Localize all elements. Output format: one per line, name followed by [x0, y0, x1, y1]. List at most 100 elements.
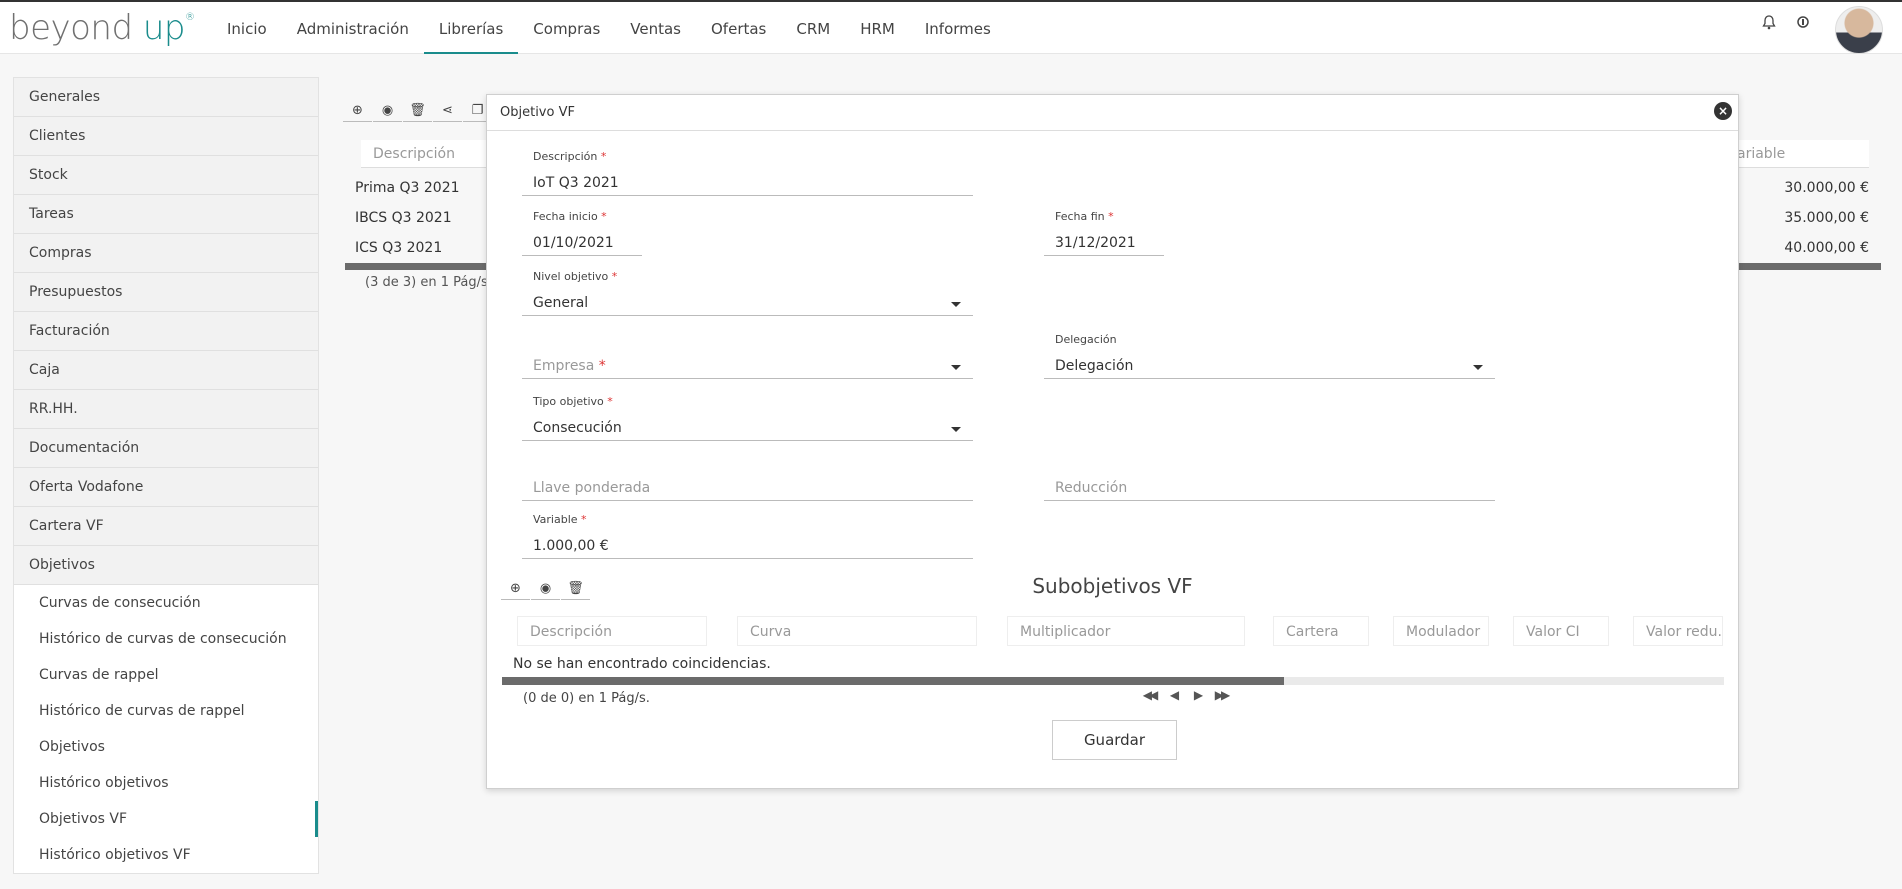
fecha-fin-input[interactable]: 31/12/2021	[1044, 230, 1164, 256]
field-label: Descripción *	[533, 150, 606, 163]
nav-ventas[interactable]: Ventas	[615, 4, 696, 54]
sidebar-item-tareas[interactable]: Tareas	[14, 195, 318, 234]
filter-multiplicador-input[interactable]: Multiplicador	[1007, 616, 1245, 646]
label-text: Tipo objetivo	[533, 395, 604, 408]
sidebar-subitem-objetivos-vf[interactable]: Objetivos VF	[14, 801, 318, 837]
reduccion-input[interactable]: Reducción	[1044, 475, 1495, 501]
nav-librerias[interactable]: Librerías	[423, 4, 519, 54]
sidebar-item-presupuestos[interactable]: Presupuestos	[14, 273, 318, 312]
share-icon[interactable]: ⋖	[433, 99, 462, 122]
chevron-down-icon[interactable]	[951, 365, 961, 370]
sidebar-subitem-historico-curvas-rappel[interactable]: Histórico de curvas de rappel	[14, 693, 318, 729]
nivel-objetivo-select[interactable]: General	[522, 290, 973, 316]
tipo-objetivo-select[interactable]: Consecución	[522, 415, 973, 441]
horizontal-scrollbar[interactable]	[502, 677, 1724, 685]
sidebar-item-compras[interactable]: Compras	[14, 234, 318, 273]
trash-icon[interactable]: 🗑	[403, 99, 432, 122]
dialog-title: Objetivo VF	[500, 105, 575, 120]
sidebar: Generales Clientes Stock Tareas Compras …	[13, 77, 319, 874]
llave-ponderada-input[interactable]: Llave ponderada	[522, 475, 973, 501]
sidebar-item-stock[interactable]: Stock	[14, 156, 318, 195]
label-text: Descripción	[533, 150, 598, 163]
row-description: IBCS Q3 2021	[355, 210, 452, 226]
variable-input[interactable]: 1.000,00 €	[522, 533, 973, 559]
sidebar-subitem-historico-objetivos[interactable]: Histórico objetivos	[14, 765, 318, 801]
label-text: Fecha inicio	[533, 210, 598, 223]
variable-field[interactable]: Variable * 1.000,00 €	[522, 513, 973, 563]
empresa-field[interactable]: Empresa *	[522, 333, 973, 383]
nav-informes[interactable]: Informes	[910, 4, 1006, 54]
sidebar-subitem-curvas-consecucion[interactable]: Curvas de consecución	[14, 585, 318, 621]
pagination-summary: (3 de 3) en 1 Pág/s.	[365, 275, 492, 290]
next-page-icon[interactable]: ▶	[1185, 688, 1209, 702]
field-label: Delegación	[1055, 333, 1117, 346]
row-variable: 30.000,00 €	[1784, 180, 1869, 196]
filter-cartera-input[interactable]: Cartera	[1273, 616, 1369, 646]
bell-icon[interactable]	[1760, 15, 1778, 33]
first-page-icon[interactable]: ◀◀	[1137, 688, 1161, 702]
sidebar-subitem-historico-objetivos-vf[interactable]: Histórico objetivos VF	[14, 837, 318, 873]
filter-descripcion-input[interactable]: Descripción	[517, 616, 707, 646]
scrollbar-thumb[interactable]	[502, 677, 1285, 685]
sidebar-item-generales[interactable]: Generales	[14, 78, 318, 117]
fecha-inicio-field[interactable]: Fecha inicio * 01/10/2021	[522, 210, 642, 260]
filter-valor-reduccion-input[interactable]: Valor redu...	[1633, 616, 1723, 646]
empty-message: No se han encontrado coincidencias.	[513, 656, 771, 672]
close-icon[interactable]: ×	[1714, 102, 1732, 120]
chevron-down-icon[interactable]	[951, 427, 961, 432]
reduccion-field[interactable]: Reducción	[1044, 455, 1495, 505]
pagination-controls: ◀◀ ◀ ▶ ▶▶	[1137, 688, 1233, 702]
sidebar-item-caja[interactable]: Caja	[14, 351, 318, 390]
sidebar-item-facturacion[interactable]: Facturación	[14, 312, 318, 351]
required-mark: *	[598, 358, 606, 374]
sidebar-item-clientes[interactable]: Clientes	[14, 117, 318, 156]
placeholder-text: Empresa	[533, 358, 595, 374]
nav-hrm[interactable]: HRM	[845, 4, 910, 54]
view-icon[interactable]: ◉	[373, 99, 402, 122]
required-mark: *	[600, 150, 607, 163]
llave-ponderada-field[interactable]: Llave ponderada	[522, 455, 973, 505]
filter-variable-input[interactable]: ariable	[1725, 140, 1869, 168]
chevron-down-icon[interactable]	[951, 302, 961, 307]
descripcion-field[interactable]: Descripción * IoT Q3 2021	[522, 150, 973, 200]
row-description: Prima Q3 2021	[355, 180, 460, 196]
last-page-icon[interactable]: ▶▶	[1209, 688, 1233, 702]
top-bar: beyond up® Inicio Administración Librerí…	[0, 0, 1902, 54]
avatar[interactable]	[1835, 6, 1883, 54]
fecha-inicio-input[interactable]: 01/10/2021	[522, 230, 642, 256]
fecha-fin-field[interactable]: Fecha fin * 31/12/2021	[1044, 210, 1164, 260]
sidebar-subitem-historico-curvas-consecucion[interactable]: Histórico de curvas de consecución	[14, 621, 318, 657]
sidebar-item-cartera-vf[interactable]: Cartera VF	[14, 507, 318, 546]
add-icon[interactable]: ⊕	[343, 99, 372, 122]
nav-administracion[interactable]: Administración	[282, 4, 424, 54]
pagination-summary: (0 de 0) en 1 Pág/s.	[523, 691, 650, 706]
chevron-down-icon[interactable]	[1473, 365, 1483, 370]
filter-valor-ci-input[interactable]: Valor CI	[1513, 616, 1609, 646]
dialog-header: Objetivo VF ×	[487, 95, 1738, 131]
delegacion-select[interactable]: Delegación	[1044, 353, 1495, 379]
filter-curva-input[interactable]: Curva	[737, 616, 977, 646]
save-button[interactable]: Guardar	[1052, 720, 1177, 760]
nav-inicio[interactable]: Inicio	[212, 4, 282, 54]
empresa-select[interactable]: Empresa *	[522, 353, 973, 379]
sidebar-item-objetivos[interactable]: Objetivos	[14, 546, 318, 585]
required-mark: *	[611, 270, 618, 283]
tipo-objetivo-field[interactable]: Tipo objetivo * Consecución	[522, 395, 973, 445]
delegacion-field[interactable]: Delegación Delegación	[1044, 333, 1495, 383]
sidebar-item-documentacion[interactable]: Documentación	[14, 429, 318, 468]
sidebar-subitem-objetivos[interactable]: Objetivos	[14, 729, 318, 765]
descripcion-input[interactable]: IoT Q3 2021	[522, 170, 973, 196]
sidebar-item-oferta-vodafone[interactable]: Oferta Vodafone	[14, 468, 318, 507]
sidebar-item-rrhh[interactable]: RR.HH.	[14, 390, 318, 429]
power-icon[interactable]	[1794, 15, 1812, 33]
field-label: Variable *	[533, 513, 587, 526]
filter-modulador-input[interactable]: Modulador	[1393, 616, 1489, 646]
sidebar-subitem-curvas-rappel[interactable]: Curvas de rappel	[14, 657, 318, 693]
logo[interactable]: beyond up®	[9, 8, 195, 48]
nav-crm[interactable]: CRM	[781, 4, 845, 54]
filter-descripcion-input[interactable]: Descripción	[361, 140, 501, 168]
prev-page-icon[interactable]: ◀	[1161, 688, 1185, 702]
nivel-objetivo-field[interactable]: Nivel objetivo * General	[522, 270, 973, 320]
nav-ofertas[interactable]: Ofertas	[696, 4, 781, 54]
nav-compras[interactable]: Compras	[518, 4, 615, 54]
